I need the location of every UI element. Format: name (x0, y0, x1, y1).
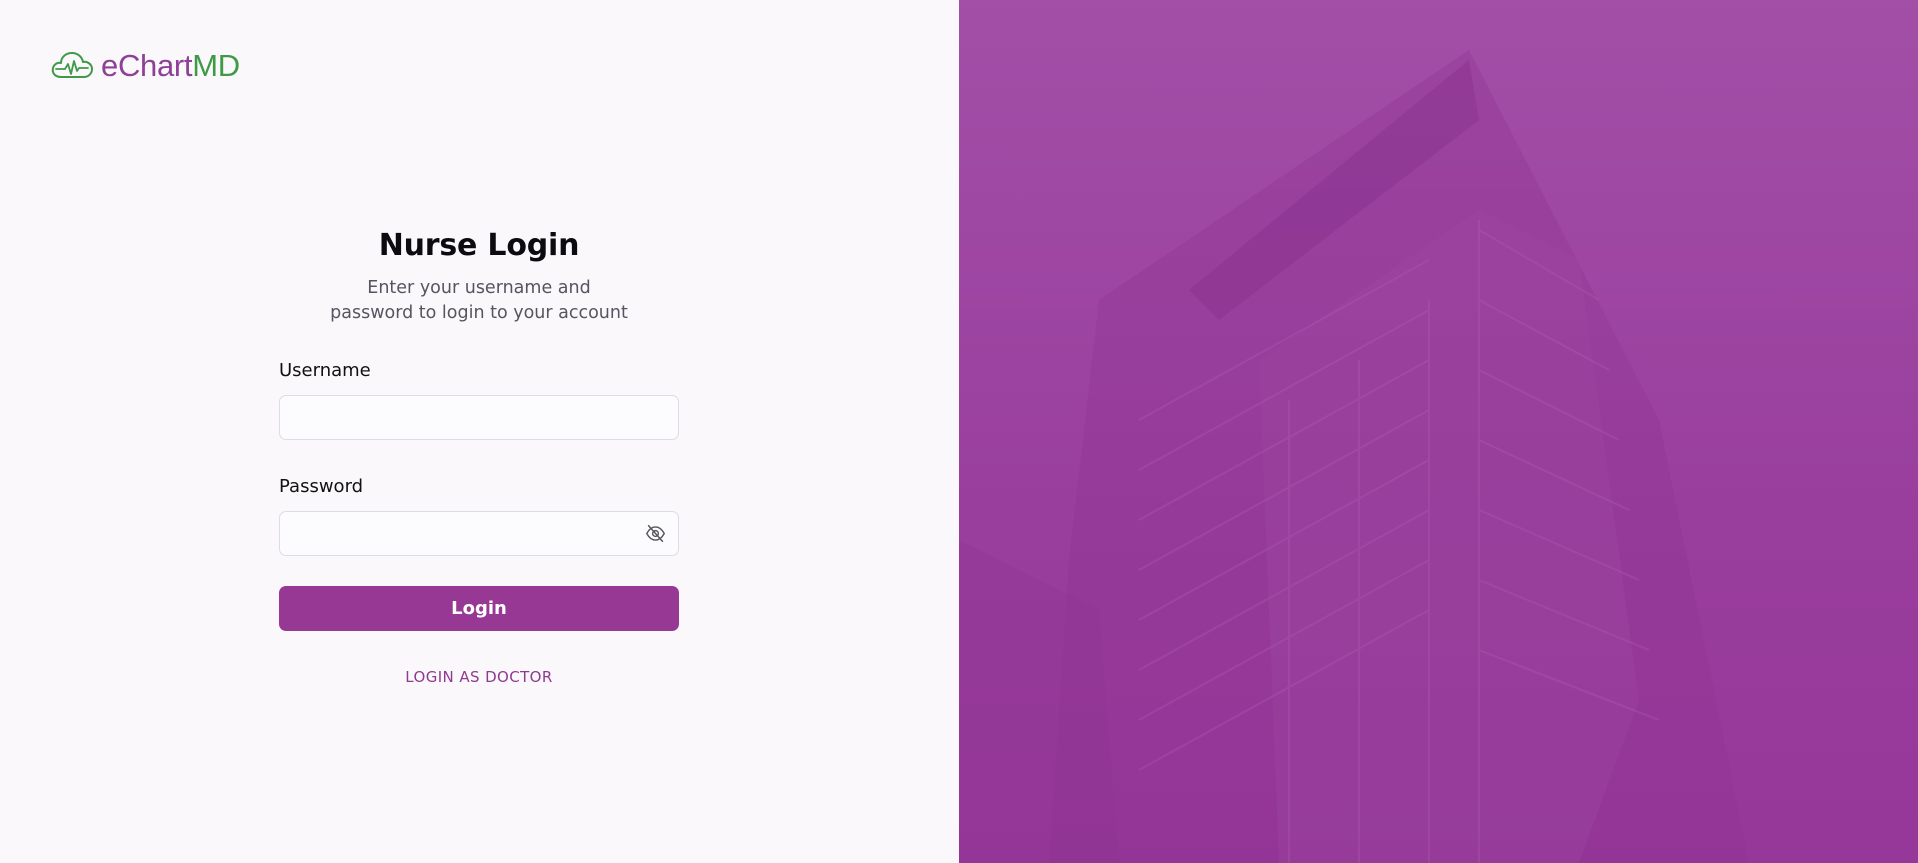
login-page: eChartMD Nurse Login Enter your username… (0, 0, 1918, 863)
page-subtitle: Enter your username and password to logi… (330, 278, 628, 323)
page-title: Nurse Login (378, 228, 580, 263)
cloud-heartbeat-icon (51, 52, 93, 78)
hero-panel (959, 0, 1918, 863)
login-panel: eChartMD Nurse Login Enter your username… (0, 0, 959, 863)
username-field-wrap (279, 395, 679, 440)
username-label: Username (279, 360, 371, 381)
hospital-building-image (959, 50, 1749, 863)
brand-logo: eChartMD (50, 48, 240, 82)
login-button[interactable]: Login (279, 586, 679, 631)
password-label: Password (279, 476, 364, 497)
brand-name-suffix: MD (192, 47, 240, 83)
eye-off-icon[interactable] (645, 523, 666, 544)
password-input[interactable] (279, 511, 679, 556)
brand-name: eChartMD (101, 50, 240, 81)
login-form: Nurse Login Enter your username and pass… (279, 226, 679, 686)
password-field-wrap (279, 511, 679, 556)
login-as-doctor-link[interactable]: LOGIN AS DOCTOR (279, 668, 679, 686)
brand-name-prefix: eChart (101, 47, 193, 83)
username-input[interactable] (279, 395, 679, 440)
